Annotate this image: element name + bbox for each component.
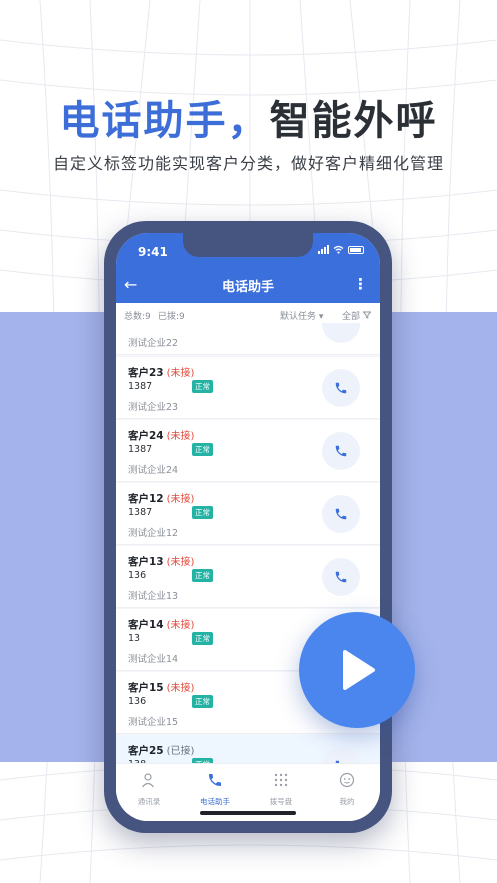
call-state: (未接): [166, 683, 195, 694]
nav-title: 电话助手: [221, 280, 274, 295]
phone-icon: [209, 774, 221, 786]
status-badge: 正常: [192, 695, 213, 708]
list-item[interactable]: 客户25(已接) 138 正常: [116, 735, 380, 763]
list-item[interactable]: 客户12 (未接) 1387 正常 测试企业12: [116, 483, 380, 545]
contacts-icon: [142, 773, 154, 788]
company-name: 测试企业22: [128, 338, 179, 349]
call-button[interactable]: [322, 558, 360, 596]
status-badge: 正常: [192, 380, 213, 393]
list-item[interactable]: 客户23 (未接) 1387 正常 测试企业23: [116, 357, 380, 419]
company-name: 测试企业15: [128, 717, 179, 728]
phone-icon: [335, 571, 347, 583]
tab-label: 拨号盘: [269, 797, 293, 806]
play-icon: [343, 650, 375, 690]
tab-label: 我的: [339, 797, 355, 806]
call-state: (未接): [166, 368, 195, 379]
customer-name: 客户23 (未接): [128, 367, 195, 379]
dialed-count: 已拨:9: [158, 312, 185, 322]
list-item[interactable]: 客户24 (未接) 1387 正常 测试企业24: [116, 420, 380, 482]
dialpad-icon: [274, 773, 288, 787]
tab-label: 电话助手: [200, 797, 230, 806]
list-item[interactable]: 测试企业22: [116, 323, 380, 355]
company-name: 测试企业23: [128, 402, 179, 413]
customer-name: 客户24 (未接): [128, 430, 195, 442]
company-name: 测试企业13: [128, 591, 179, 602]
battery-icon: [348, 245, 364, 254]
total-count: 总数:9: [124, 312, 151, 322]
all-filter[interactable]: 全部: [342, 309, 372, 322]
call-state: (未接): [166, 620, 195, 631]
call-button[interactable]: [322, 369, 360, 407]
phone-number: 1387: [128, 444, 153, 455]
filter-icon: [362, 311, 372, 319]
list-item[interactable]: 客户13 (未接) 136 正常 测试企业13: [116, 546, 380, 608]
headline: 电话助手，智能外呼: [0, 88, 497, 146]
phone-notch: [183, 233, 313, 257]
phone-icon: [335, 445, 347, 457]
tab-label: 通讯录: [137, 797, 161, 806]
phone-number: 136: [128, 696, 147, 707]
status-badge: 正常: [192, 632, 213, 645]
phone-number: 1387: [128, 381, 153, 392]
call-button[interactable]: [322, 323, 360, 343]
company-name: 测试企业12: [128, 528, 179, 539]
phone-screen: 9:41 ← 电话助手 ⋮ 总数:9 已拨:9 默认任务 ▾ 全部 测试企业22: [116, 233, 380, 821]
status-badge: 正常: [192, 569, 213, 582]
wifi-icon: [333, 245, 344, 254]
company-name: 测试企业14: [128, 654, 179, 665]
phone-number: 1387: [128, 507, 153, 518]
play-button[interactable]: [299, 612, 415, 728]
call-button[interactable]: [322, 747, 360, 763]
phone-number: 13: [128, 633, 141, 644]
phone-icon: [335, 508, 347, 520]
call-button[interactable]: [322, 495, 360, 533]
customer-name: 客户25 (已接): [128, 745, 195, 757]
status-badge: 正常: [192, 506, 213, 519]
headline-rest: 智能外呼: [269, 98, 438, 144]
customer-name: 客户15 (未接): [128, 682, 195, 694]
headline-accent: 电话助手，: [59, 98, 270, 144]
nav-bar: ← 电话助手 ⋮: [116, 267, 380, 303]
phone-number: 136: [128, 570, 147, 581]
customer-name: 客户14 (未接): [128, 619, 195, 631]
summary-bar: 总数:9 已拨:9 默认任务 ▾ 全部: [116, 303, 380, 325]
call-button[interactable]: [322, 432, 360, 470]
call-state: (已接): [166, 746, 195, 757]
status-badge: 正常: [192, 443, 213, 456]
more-vertical-icon[interactable]: ⋮: [353, 275, 368, 293]
task-filter[interactable]: 默认任务 ▾: [280, 309, 323, 322]
tab-contacts[interactable]: 通讯录: [116, 764, 182, 821]
status-time: 9:41: [138, 245, 168, 259]
customer-name: 客户12 (未接): [128, 493, 195, 505]
subline: 自定义标签功能实现客户分类，做好客户精细化管理: [52, 154, 444, 173]
company-name: 测试企业24: [128, 465, 179, 476]
customer-name: 客户13 (未接): [128, 556, 195, 568]
all-filter-label: 全部: [342, 312, 361, 322]
home-indicator: [200, 811, 296, 815]
signal-icon: [318, 245, 329, 254]
call-state: (未接): [166, 431, 195, 442]
status-icons: [318, 245, 364, 254]
call-state: (未接): [166, 494, 195, 505]
tab-profile[interactable]: 我的: [314, 764, 380, 821]
phone-mockup: 9:41 ← 电话助手 ⋮ 总数:9 已拨:9 默认任务 ▾ 全部 测试企业22: [104, 221, 392, 833]
profile-icon: [339, 772, 355, 788]
phone-icon: [335, 382, 347, 394]
call-state: (未接): [166, 557, 195, 568]
